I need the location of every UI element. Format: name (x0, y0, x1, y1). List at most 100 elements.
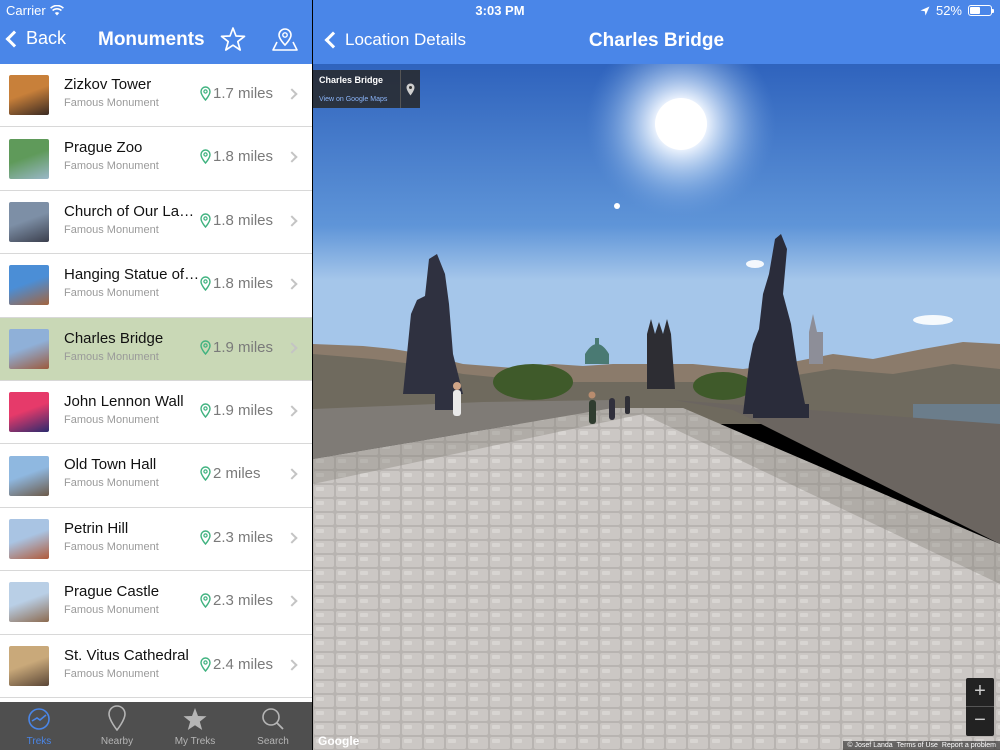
chevron-right-icon (286, 278, 298, 290)
nearby-pin-icon (107, 705, 127, 736)
monument-thumbnail (9, 138, 49, 179)
monument-thumbnail (9, 645, 49, 686)
distance-value: 2.3 miles (213, 528, 274, 546)
monument-category: Famous Monument (64, 350, 159, 363)
status-time: 3:03 PM (475, 3, 525, 18)
location-arrow-icon (920, 6, 930, 15)
monument-distance: 1.7 miles (200, 85, 273, 102)
monument-name: Church of Our Lad… (64, 202, 200, 220)
distance-pin-icon (200, 530, 211, 545)
tab-search[interactable]: Search (234, 702, 312, 750)
distance-value: 1.9 miles (213, 338, 274, 356)
favorite-star-icon[interactable] (220, 26, 246, 52)
list-item[interactable]: Old Town Hall Famous Monument 2 miles (0, 444, 312, 508)
street-view-panorama[interactable]: Charles Bridge View on Google Maps + − G… (313, 64, 1000, 750)
map-pin-icon[interactable] (270, 26, 300, 52)
monument-category: Famous Monument (64, 223, 159, 236)
monument-thumbnail (9, 392, 49, 433)
tab-label: My Treks (174, 736, 216, 747)
list-item[interactable]: Hanging Statue of… Famous Monument 1.8 mil… (0, 254, 312, 318)
distance-pin-icon (200, 276, 211, 292)
star-icon (182, 707, 208, 736)
chevron-right-icon (286, 468, 298, 481)
distance-pin-icon (200, 339, 211, 355)
chevron-left-icon (324, 31, 342, 49)
tab-nearby[interactable]: Nearby (78, 702, 156, 750)
chevron-left-icon (5, 30, 23, 47)
battery-fill (970, 7, 981, 14)
location-details-back-button[interactable]: Location Details (324, 30, 466, 50)
monument-thumbnail (9, 582, 49, 623)
location-details-panel: Location Details Charles Bridge Charles … (313, 0, 1000, 750)
monument-category: Famous Monument (64, 287, 159, 300)
location-pin-icon (406, 83, 415, 95)
search-icon (261, 707, 285, 736)
chevron-right-icon (286, 88, 298, 100)
monument-name: Prague Castle (64, 583, 160, 601)
chevron-right-icon (286, 341, 298, 354)
monument-distance: 1.9 miles (200, 339, 273, 356)
distance-pin-icon (200, 403, 211, 418)
tab-label: Treks (26, 736, 52, 747)
tab-my-treks[interactable]: My Treks (156, 702, 234, 750)
distance-pin-icon (200, 466, 211, 482)
back-button-label: Back (26, 28, 67, 48)
monument-category: Famous Monument (64, 604, 159, 617)
page-title: Monuments (98, 29, 205, 50)
distance-value: 1.8 miles (213, 211, 274, 229)
distance-value: 2.4 miles (213, 655, 274, 673)
distance-value: 2 miles (213, 465, 261, 483)
tab-treks[interactable]: Treks (0, 702, 78, 750)
list-item[interactable]: Charles Bridge Famous Monument 1.9 miles (0, 317, 312, 381)
distance-pin-icon (200, 149, 211, 165)
list-item[interactable]: Prague Castle Famous Monument 2.3 miles (0, 571, 312, 635)
monuments-panel: Back Monuments Zizkov Tower Famous Monume… (0, 0, 312, 750)
chevron-right-icon (286, 405, 298, 417)
list-item[interactable]: St. Vitus Cathedral Famous Monument 2.4 mi… (0, 634, 312, 698)
location-details-back-label: Location Details (345, 30, 466, 49)
street-view-image[interactable] (313, 64, 1000, 750)
status-right: 52% (920, 3, 994, 18)
distance-pin-icon (200, 213, 211, 228)
list-item[interactable]: Zizkov Tower Famous Monument 1.7 miles (0, 64, 312, 128)
monument-name: Charles Bridge (64, 329, 164, 347)
battery-icon (968, 5, 994, 16)
monument-distance: 1.8 miles (200, 275, 273, 292)
tab-label: Search (257, 736, 289, 747)
photo-credit: © Josef Landa (847, 742, 893, 749)
monument-name: Zizkov Tower (64, 76, 152, 93)
list-item[interactable]: Petrin Hill Famous Monument 2.3 miles (0, 507, 312, 572)
distance-value: 1.7 miles (213, 85, 274, 102)
google-logo: Google (318, 734, 360, 748)
zoom-in-button[interactable]: + (966, 678, 994, 707)
chevron-right-icon (286, 658, 298, 671)
monument-distance: 2 miles (200, 465, 261, 482)
tab-bar: Treks Nearby My Treks Search (0, 702, 312, 750)
report-problem-link[interactable]: Report a problem (942, 742, 996, 749)
distance-value: 1.8 miles (213, 148, 274, 166)
distance-pin-icon (200, 656, 211, 672)
monument-list: Zizkov Tower Famous Monument 1.7 miles Prag… (0, 64, 312, 702)
chevron-right-icon (286, 532, 298, 544)
monument-thumbnail (9, 518, 49, 559)
monument-name: Old Town Hall (64, 456, 157, 474)
distance-value: 1.9 miles (213, 401, 274, 419)
list-item[interactable]: John Lennon Wall Famous Monument 1.9 miles (0, 380, 312, 445)
view-on-google-maps-link[interactable]: View on Google Maps (319, 96, 387, 103)
monument-thumbnail (9, 265, 49, 306)
monument-category: Famous Monument (64, 413, 159, 426)
monument-name: St. Vitus Cathedral (64, 646, 189, 664)
terms-of-use-link[interactable]: Terms of Use (897, 742, 938, 749)
monument-thumbnail (9, 75, 49, 116)
back-button[interactable]: Back (5, 28, 67, 49)
distance-pin-icon (200, 86, 211, 101)
zoom-out-button[interactable]: − (966, 707, 994, 736)
map-credits: © Josef Landa Terms of Use Report a prob… (843, 741, 1000, 750)
monument-category: Famous Monument (64, 477, 159, 490)
distance-pin-icon (200, 593, 211, 609)
treks-icon (26, 707, 52, 736)
list-item[interactable]: Church of Our Lad… Famous Monument 1.8 mil… (0, 190, 312, 255)
monument-name: Petrin Hill (64, 519, 129, 537)
list-item[interactable]: Prague Zoo Famous Monument 1.8 miles (0, 127, 312, 191)
street-view-pin-button[interactable] (400, 70, 420, 108)
